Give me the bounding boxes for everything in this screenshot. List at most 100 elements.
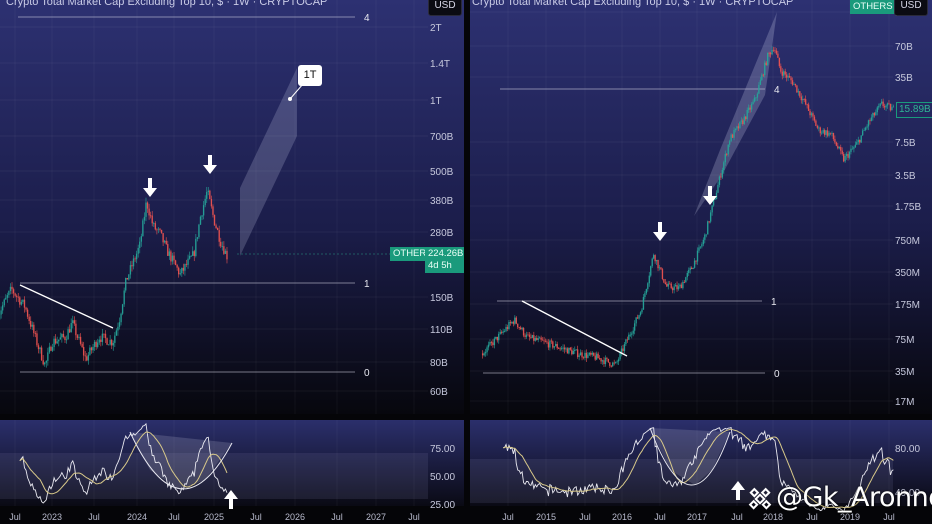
candle-body bbox=[588, 352, 591, 355]
candle-body bbox=[3, 299, 5, 306]
right-currency-button[interactable]: USD bbox=[894, 0, 928, 16]
candle-body bbox=[717, 184, 719, 193]
candle-body bbox=[829, 132, 832, 134]
candle-body bbox=[107, 344, 110, 346]
candle-body bbox=[86, 356, 88, 361]
candle-body bbox=[505, 327, 507, 332]
left-fib-label: 0 bbox=[364, 368, 370, 379]
candle-body bbox=[553, 346, 555, 348]
candle-body bbox=[31, 324, 33, 327]
candle-body bbox=[89, 347, 91, 355]
candle-body bbox=[165, 240, 167, 245]
candle-body bbox=[538, 337, 541, 339]
left-x-tick-label: Jul bbox=[408, 512, 420, 522]
candle-body bbox=[872, 112, 874, 118]
candle-body bbox=[64, 336, 66, 340]
right-x-tick-label: 2019 bbox=[840, 512, 860, 522]
candle-body bbox=[598, 358, 601, 360]
candle-body bbox=[869, 120, 871, 122]
candle-body bbox=[515, 317, 517, 324]
candle-body bbox=[537, 338, 539, 340]
candle-body bbox=[631, 333, 633, 335]
candle-body bbox=[19, 297, 21, 305]
candle-body bbox=[199, 216, 202, 225]
callout-anchor-point bbox=[288, 97, 292, 101]
candle-body bbox=[837, 145, 839, 149]
candle-body bbox=[509, 322, 512, 324]
candle-body bbox=[87, 354, 90, 361]
candle-body bbox=[727, 144, 729, 155]
left-currency-button[interactable]: USD bbox=[428, 0, 462, 16]
candle-body bbox=[692, 267, 694, 270]
candle-body bbox=[685, 277, 687, 283]
candle-body bbox=[500, 331, 503, 333]
candle-body bbox=[25, 307, 27, 310]
candle-body bbox=[657, 260, 659, 269]
candle-body bbox=[590, 352, 592, 355]
candle-body bbox=[148, 208, 150, 216]
candle-body bbox=[556, 344, 558, 349]
right-fib-label: 1 bbox=[771, 297, 777, 308]
candle-body bbox=[530, 337, 532, 338]
candle-body bbox=[145, 202, 147, 217]
left-y-tick-label: 1T bbox=[430, 96, 442, 107]
candle-body bbox=[126, 277, 128, 280]
candle-body bbox=[224, 250, 227, 254]
candle-body bbox=[75, 323, 77, 336]
candle-body bbox=[73, 320, 76, 324]
right-x-tick-label: Jul bbox=[806, 512, 818, 522]
candle-body bbox=[555, 344, 557, 347]
right-x-tick-label: Jul bbox=[654, 512, 666, 522]
chart-canvas[interactable]: 2T 1.4T 1T 700B 500B 380B 280B 150B 110B 80B 60B Ju… bbox=[0, 0, 932, 524]
candle-body bbox=[50, 346, 52, 351]
candle-body bbox=[620, 348, 623, 353]
candle-body bbox=[51, 347, 54, 351]
left-last-price: 224.26B bbox=[428, 248, 464, 259]
candle-body bbox=[816, 125, 819, 128]
candle-body bbox=[34, 333, 37, 334]
candle-body bbox=[156, 229, 158, 231]
candle-body bbox=[581, 352, 583, 358]
left-rsi-tick-label: 25.00 bbox=[430, 500, 455, 511]
candle-body bbox=[111, 339, 113, 346]
right-x-tick-label: 2015 bbox=[536, 512, 556, 522]
candle-body bbox=[167, 244, 169, 256]
candle-body bbox=[785, 74, 788, 78]
candle-body bbox=[778, 57, 781, 67]
candle-body bbox=[769, 52, 772, 55]
candle-body bbox=[221, 246, 224, 247]
candle-body bbox=[650, 266, 652, 276]
candle-body bbox=[864, 127, 867, 131]
candle-body bbox=[607, 358, 610, 363]
candle-body bbox=[112, 342, 114, 346]
candle-body bbox=[647, 283, 649, 290]
right-x-tick-label: Jul bbox=[883, 512, 895, 522]
candle-body bbox=[582, 357, 585, 359]
candle-body bbox=[512, 321, 515, 324]
candle-body bbox=[36, 333, 38, 346]
candle-body bbox=[623, 344, 626, 352]
pane-divider bbox=[0, 414, 932, 420]
candle-body bbox=[498, 333, 500, 341]
left-x-tick-label: 2026 bbox=[285, 512, 305, 522]
candle-body bbox=[781, 71, 783, 76]
candle-body bbox=[705, 234, 707, 236]
candle-body bbox=[533, 335, 535, 341]
candle-body bbox=[84, 355, 86, 357]
candle-body bbox=[170, 251, 172, 262]
candle-body bbox=[771, 49, 773, 55]
candle-body bbox=[140, 236, 143, 242]
candle-body bbox=[731, 134, 734, 138]
left-y-tick-label: 150B bbox=[430, 293, 454, 304]
left-bar-countdown: 4d 5h bbox=[428, 260, 452, 271]
candle-body bbox=[540, 337, 542, 340]
candle-body bbox=[802, 98, 804, 101]
candle-body bbox=[628, 334, 630, 340]
left-y-tick-label: 700B bbox=[430, 132, 454, 143]
candle-body bbox=[531, 335, 534, 338]
candle-body bbox=[195, 238, 197, 256]
candle-body bbox=[210, 198, 213, 207]
candle-body bbox=[654, 255, 656, 262]
candle-body bbox=[544, 340, 547, 342]
candle-body bbox=[794, 83, 797, 86]
